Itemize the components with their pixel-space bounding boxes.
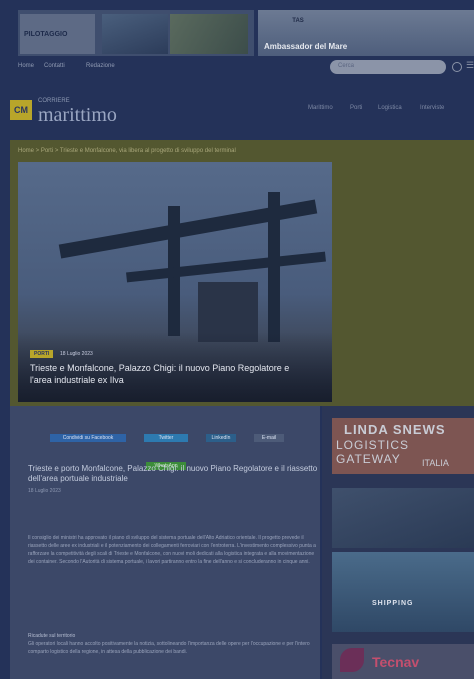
top-ad-strip: PILOTAGGIO TAS Ambassador del Mare (12, 6, 474, 56)
logo-mark: CM (10, 100, 32, 120)
hero-date: 18 Luglio 2023 (60, 351, 93, 357)
article-paragraph-2: Gli operatori locali hanno accolto posit… (28, 641, 310, 655)
top-right-ad-text: Ambassador del Mare (264, 42, 348, 51)
share-email-button[interactable]: E-mail (254, 434, 284, 442)
sidebar-ad-shipping[interactable]: SHIPPING (332, 552, 474, 632)
hero-image[interactable]: PORTI 18 Luglio 2023 Trieste e Monfalcon… (18, 162, 332, 402)
article-title: Trieste e porto Monfalcone, Palazzo Chig… (28, 464, 318, 483)
article-date: 18 Luglio 2023 (28, 488, 61, 494)
nav-link-redazione[interactable]: Redazione (86, 63, 115, 69)
menu-item-interviste[interactable]: Interviste (420, 105, 444, 111)
top-left-ad-image-2 (170, 14, 248, 54)
search-icon[interactable] (452, 62, 462, 72)
top-left-ad-image (102, 14, 168, 54)
sidebar: LINDA SNEWS LOGISTICS GATEWAY ITALIA SHI… (322, 406, 474, 679)
sidebar-ad-logistics[interactable]: LINDA SNEWS LOGISTICS GATEWAY ITALIA (332, 418, 474, 474)
logo-name: marittimo (38, 104, 117, 126)
share-twitter-button[interactable]: Twitter (144, 434, 188, 442)
sidebar-ad-tecnav[interactable]: Tecnav (332, 644, 474, 679)
menu-item-logistica[interactable]: Logistica (378, 105, 402, 111)
top-left-ad[interactable]: PILOTAGGIO (18, 10, 254, 56)
share-facebook-button[interactable]: Condividi su Facebook (50, 434, 126, 442)
nav-link-home[interactable]: Home (18, 63, 34, 69)
breadcrumb[interactable]: Home > Porti > Trieste e Monfalcone, via… (18, 148, 236, 154)
menu-icon[interactable]: ☰ (466, 60, 474, 71)
article: Condividi su Facebook Twitter LinkedIn E… (10, 406, 320, 679)
search-input[interactable]: Cerca (330, 60, 446, 74)
leaf-logo-icon (340, 648, 364, 672)
sidebar-ad-2[interactable] (332, 488, 474, 548)
share-linkedin-button[interactable]: LinkedIn (206, 434, 236, 442)
top-left-ad-logo: PILOTAGGIO (20, 14, 95, 54)
category-badge[interactable]: PORTI (30, 350, 54, 358)
page: PILOTAGGIO TAS Ambassador del Mare Home … (0, 0, 474, 679)
menu-item-marittimo[interactable]: Marittimo (308, 105, 333, 111)
top-right-ad-logo: TAS (292, 18, 304, 24)
nav-link-contatti[interactable]: Contatti (44, 63, 65, 69)
article-subhead: Ricadute sul territorio (28, 633, 76, 639)
hero-title[interactable]: Trieste e Monfalcone, Palazzo Chigi: il … (30, 362, 310, 386)
sidebar-ad-logistics-line1: LINDA SNEWS (344, 422, 446, 437)
top-right-ad[interactable]: TAS Ambassador del Mare (258, 10, 474, 56)
sidebar-ad-shipping-text: SHIPPING (372, 600, 414, 607)
article-body-2: Ricadute sul territorio Gli operatori lo… (28, 632, 316, 656)
sidebar-ad-logistics-line2: LOGISTICS GATEWAY (336, 438, 410, 466)
top-nav: Home Contatti Redazione Cerca ☰ (18, 60, 474, 78)
menu-item-porti[interactable]: Porti (350, 105, 362, 111)
sidebar-ad-logistics-line3: ITALIA (422, 458, 449, 468)
sidebar-ad-tecnav-text: Tecnav (372, 654, 420, 670)
crane-arm (126, 251, 326, 283)
hero-section: Home > Porti > Trieste e Monfalcone, via… (10, 140, 474, 406)
article-body: Il consiglio dei ministri ha approvato i… (28, 535, 316, 565)
